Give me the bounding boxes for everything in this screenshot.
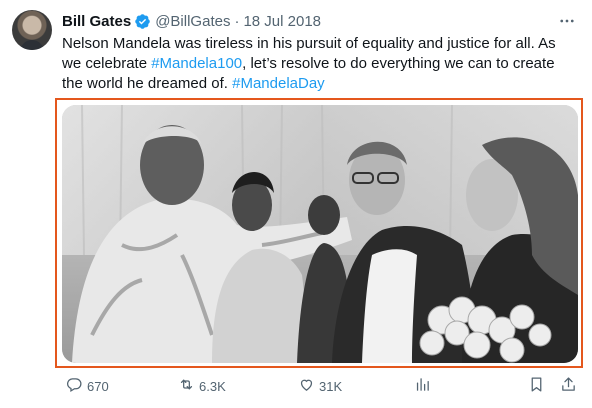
reply-count: 670 xyxy=(87,378,109,394)
share-icon xyxy=(560,376,577,396)
views-button[interactable] xyxy=(414,374,431,398)
repost-button[interactable]: 6.3K xyxy=(178,374,226,398)
tweet-text-line-1: Nelson Mandela was tireless in his pursu… xyxy=(62,35,556,52)
share-button[interactable] xyxy=(560,374,577,398)
tweet-text-line-2: we celebrate #Mandela100, let’s resolve … xyxy=(62,55,555,72)
repost-icon xyxy=(178,376,195,396)
tweet-text: Nelson Mandela was tireless in his pursu… xyxy=(62,34,582,94)
more-options-icon[interactable] xyxy=(556,10,578,32)
author-avatar[interactable] xyxy=(12,10,52,50)
reply-button[interactable]: 670 xyxy=(66,374,109,398)
like-count: 31K xyxy=(319,378,343,394)
tweet-photo[interactable] xyxy=(62,105,578,363)
tweet-header: Bill Gates @BillGates · 18 Jul 2018 xyxy=(62,10,321,32)
like-icon xyxy=(298,376,315,396)
author-name[interactable]: Bill Gates xyxy=(62,13,131,30)
tweet-actions: 670 6.3K 31K xyxy=(62,374,582,398)
verified-badge-icon xyxy=(134,13,151,30)
hashtag-mandela100[interactable]: #Mandela100 xyxy=(151,55,242,72)
separator-dot: · xyxy=(234,12,240,30)
repost-count: 6.3K xyxy=(199,378,226,394)
hashtag-mandeladay[interactable]: #MandelaDay xyxy=(232,75,325,92)
views-icon xyxy=(414,376,431,396)
tweet-text-line-3: the world he dreamed of. #MandelaDay xyxy=(62,75,325,92)
reply-icon xyxy=(66,376,83,396)
like-button[interactable]: 31K xyxy=(298,374,342,398)
bookmark-button[interactable] xyxy=(528,374,545,398)
author-handle[interactable]: @BillGates xyxy=(155,13,230,30)
bookmark-icon xyxy=(528,376,545,396)
tweet-date[interactable]: 18 Jul 2018 xyxy=(243,13,321,30)
